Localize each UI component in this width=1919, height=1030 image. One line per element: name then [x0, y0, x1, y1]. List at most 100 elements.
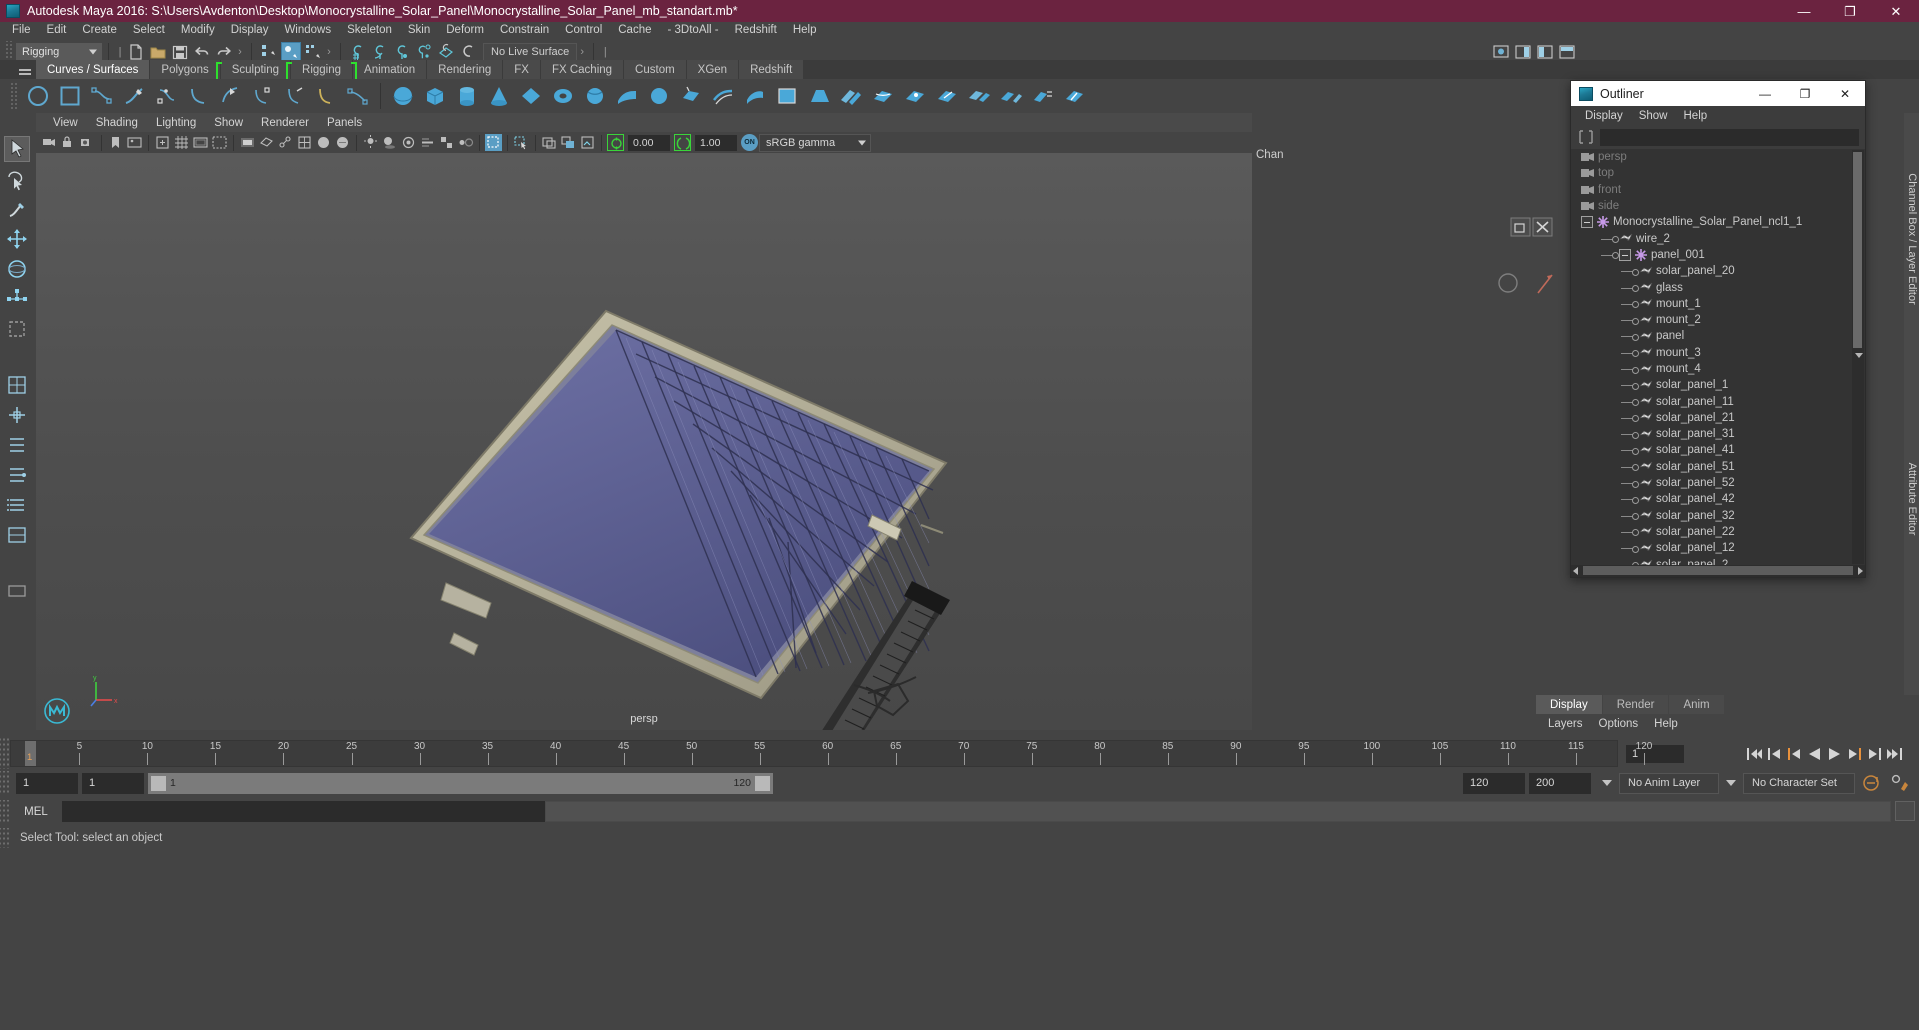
boundary-icon[interactable] [741, 82, 769, 110]
birail-icon[interactable] [709, 82, 737, 110]
select-camera-icon[interactable] [41, 134, 58, 151]
shelf-tab-sculpting[interactable]: Sculpting [215, 60, 296, 81]
menu-control[interactable]: Control [557, 22, 610, 39]
collapse-arrow-icon[interactable]: | [115, 46, 125, 58]
layer-editor-tab-render[interactable]: Render [1602, 695, 1669, 714]
menu-deform[interactable]: Deform [438, 22, 492, 39]
outliner-item-persp[interactable]: persp [1571, 149, 1851, 165]
outliner-item-solar-panel-42[interactable]: solar_panel_42 [1571, 491, 1851, 507]
smooth-shade-icon[interactable] [315, 134, 332, 151]
shelf-tab-custom[interactable]: Custom [624, 60, 686, 79]
scale-tool-icon[interactable] [5, 287, 29, 311]
outliner-item-top[interactable]: top [1571, 165, 1851, 181]
scale-snap-mode-icon[interactable] [5, 463, 29, 487]
two-d-pan-zoom-icon[interactable] [154, 134, 171, 151]
snapshot-icon[interactable] [541, 134, 558, 151]
image-based-lighting-icon[interactable] [579, 134, 596, 151]
outliner-search-input[interactable] [1600, 128, 1859, 146]
expand-arrow-icon-3[interactable]: › [577, 46, 587, 58]
menu-create[interactable]: Create [74, 22, 125, 39]
outliner-menu-help[interactable]: Help [1676, 110, 1716, 122]
menu-cache[interactable]: Cache [610, 22, 659, 39]
time-slider-grip[interactable] [0, 738, 10, 769]
rotate-tool-icon[interactable] [5, 257, 29, 281]
planar-icon[interactable] [645, 82, 673, 110]
anim-layer-selector[interactable]: No Anim Layer [1619, 772, 1719, 794]
menu-constrain[interactable]: Constrain [492, 22, 557, 39]
shelf-tab-polygons[interactable]: Polygons [150, 60, 220, 79]
undo-icon[interactable] [192, 42, 212, 62]
layer-menu-layers[interactable]: Layers [1540, 718, 1591, 730]
multisample-icon[interactable] [438, 134, 455, 151]
minimize-button[interactable]: — [1781, 0, 1827, 22]
exposure-icon[interactable] [607, 134, 624, 151]
nurbs-plane-icon[interactable] [517, 82, 545, 110]
outliner-item-solar-panel-1[interactable]: solar_panel_1 [1571, 377, 1851, 393]
outliner-close-button[interactable]: ✕ [1825, 81, 1865, 106]
shadows-icon[interactable] [381, 134, 398, 151]
chevron-down-icon[interactable] [1602, 780, 1612, 786]
layer-menu-help[interactable]: Help [1646, 718, 1686, 730]
bevel-icon[interactable] [805, 82, 833, 110]
bezier-curve-tool-icon[interactable] [184, 82, 212, 110]
move-tool-icon[interactable] [5, 227, 29, 251]
scroll-right-arrow-icon[interactable] [1858, 567, 1863, 575]
motion-blur-icon[interactable] [419, 134, 436, 151]
viewport-menu-lighting[interactable]: Lighting [147, 117, 205, 129]
range-end-field[interactable]: 120 [1463, 772, 1525, 794]
make-live-icon[interactable] [458, 42, 478, 62]
shelf-tab-fx[interactable]: FX [503, 60, 540, 79]
arc-three-point-icon[interactable] [216, 82, 244, 110]
outliner-item-solar-panel-51[interactable]: solar_panel_51 [1571, 459, 1851, 475]
outliner-vertical-scrollbar[interactable] [1852, 150, 1864, 564]
menu-help[interactable]: Help [785, 22, 825, 39]
grid-toggle-icon[interactable] [173, 134, 190, 151]
outliner-hscroll-thumb[interactable] [1583, 566, 1853, 575]
paint-select-tool-icon[interactable] [5, 197, 29, 221]
gamma-icon[interactable] [674, 134, 691, 151]
outliner-item-mount-1[interactable]: mount_1 [1571, 296, 1851, 312]
menu-display[interactable]: Display [223, 22, 277, 39]
range-slider-grip[interactable] [0, 771, 10, 795]
align-surfaces-icon[interactable] [1029, 82, 1057, 110]
outliner-item-solar-panel-22[interactable]: solar_panel_22 [1571, 524, 1851, 540]
nurbs-cube-icon[interactable] [421, 82, 449, 110]
outliner-item-solar-panel-21[interactable]: solar_panel_21 [1571, 410, 1851, 426]
menuset-selector[interactable]: Rigging [16, 42, 102, 61]
outliner-item-solar-panel-32[interactable]: solar_panel_32 [1571, 508, 1851, 524]
persp-layout-icon[interactable] [5, 523, 29, 547]
attribute-editor-tab[interactable]: Attribute Editor [1904, 113, 1919, 730]
maximize-button[interactable]: ❐ [1827, 0, 1873, 22]
outliner-item-solar-panel-12[interactable]: solar_panel_12 [1571, 540, 1851, 556]
untrim-surfaces-icon[interactable] [933, 82, 961, 110]
snap-grid-mode-icon[interactable] [5, 373, 29, 397]
trim-tool-icon[interactable] [901, 82, 929, 110]
view-transform-icon[interactable] [560, 134, 577, 151]
snap-to-grid-icon[interactable] [348, 42, 368, 62]
go-to-end-icon[interactable] [1886, 746, 1903, 762]
shelf-tab-xgen[interactable]: XGen [686, 60, 739, 79]
detach-curves-icon[interactable] [280, 82, 308, 110]
outliner-horizontal-scrollbar[interactable] [1571, 565, 1865, 577]
offset-curve-icon[interactable] [312, 82, 340, 110]
menu-skeleton[interactable]: Skeleton [339, 22, 400, 39]
save-scene-icon[interactable] [170, 42, 190, 62]
image-plane-icon[interactable] [126, 134, 143, 151]
time-slider-track[interactable]: 1 5 10 15 20 25 30 35 40 45 50 55 60 65 70 75 80 85 90 95 1… [10, 740, 1652, 767]
open-scene-icon[interactable] [148, 42, 168, 62]
wireframe-icon[interactable] [296, 134, 313, 151]
outliner-item-mount-4[interactable]: mount_4 [1571, 361, 1851, 377]
viewport-menu-shading[interactable]: Shading [87, 117, 147, 129]
outliner-item-front[interactable]: front [1571, 182, 1851, 198]
anim-end-field[interactable]: 200 [1529, 772, 1591, 794]
play-backwards-icon[interactable] [1806, 746, 1823, 762]
outliner-item-mount-3[interactable]: mount_3 [1571, 345, 1851, 361]
outliner-item-mount-2[interactable]: mount_2 [1571, 312, 1851, 328]
shelf-tab-curves-surfaces[interactable]: Curves / Surfaces [36, 60, 150, 79]
outliner-scroll-thumb[interactable] [1853, 152, 1863, 358]
attach-surfaces-icon[interactable] [965, 82, 993, 110]
viewport-menu-show[interactable]: Show [205, 117, 252, 129]
step-back-frame-icon[interactable] [1786, 746, 1803, 762]
outliner-item-solar-panel-20[interactable]: solar_panel_20 [1571, 263, 1851, 279]
shaded-textured-icon[interactable] [334, 134, 351, 151]
